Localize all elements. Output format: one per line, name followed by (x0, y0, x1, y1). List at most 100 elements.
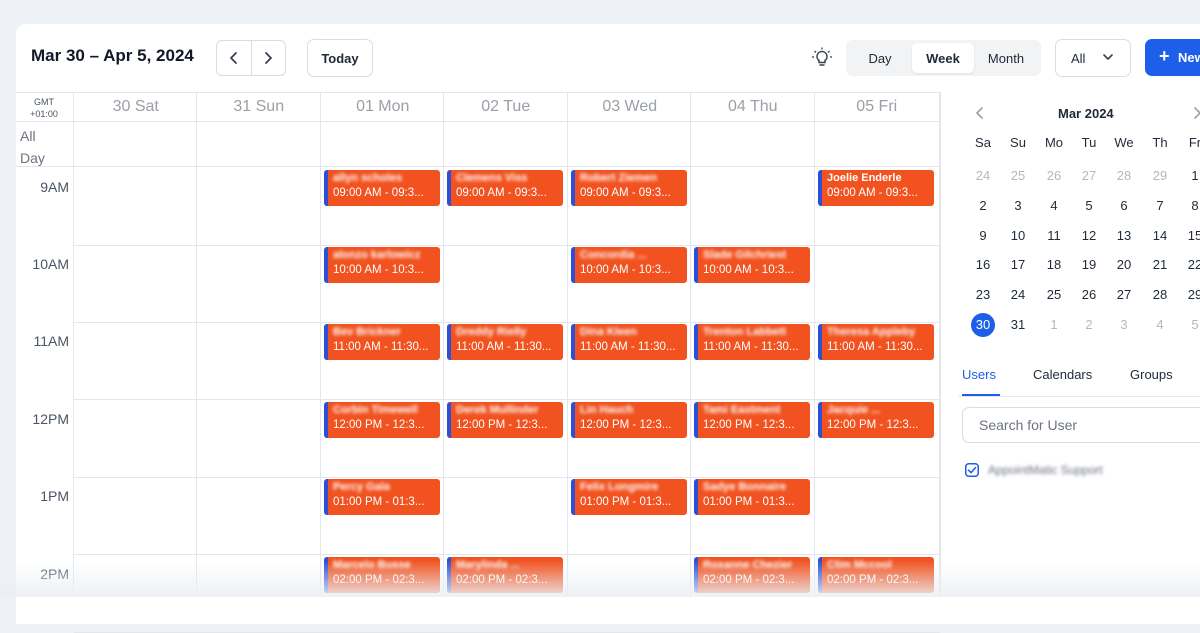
mini-calendar-day[interactable]: 23 (969, 283, 997, 307)
prev-week-button[interactable] (217, 41, 251, 75)
event-card[interactable]: Marylinda ... 02:00 PM - 02:3... (447, 557, 563, 593)
view-week-tab[interactable]: Week (912, 43, 974, 73)
mini-calendar-day[interactable]: 1 (1181, 164, 1200, 188)
event-card[interactable]: Jacquie ... 12:00 PM - 12:3... (818, 402, 934, 438)
day-header[interactable]: 02 Tue (444, 93, 568, 121)
grid-hline (74, 245, 940, 246)
mini-calendar-day[interactable]: 3 (1110, 313, 1138, 337)
mini-calendar-day[interactable]: 29 (1181, 283, 1200, 307)
grid-vline (320, 92, 321, 597)
mini-calendar-day[interactable]: 18 (1040, 253, 1068, 277)
prev-month-icon[interactable] (975, 106, 985, 120)
event-time: 11:00 AM - 11:30... (456, 341, 552, 353)
mini-calendar-day[interactable]: 29 (1146, 164, 1174, 188)
view-month-tab[interactable]: Month (975, 43, 1037, 73)
mini-calendar-day[interactable]: 5 (1181, 313, 1200, 337)
event-card[interactable]: Concordia ... 10:00 AM - 10:3... (571, 247, 687, 283)
checkbox-checked-icon[interactable] (965, 463, 979, 477)
event-card[interactable]: Roxanne Chezier 02:00 PM - 02:3... (694, 557, 810, 593)
mini-calendar-day[interactable]: 31 (1004, 313, 1032, 337)
event-card[interactable]: Sadye Bonnaire 01:00 PM - 01:3... (694, 479, 810, 515)
hour-label: 1PM (40, 488, 69, 504)
mini-calendar-day[interactable]: 12 (1075, 224, 1103, 248)
mini-calendar-day[interactable]: 10 (1004, 224, 1032, 248)
mini-calendar-day[interactable]: 28 (1110, 164, 1138, 188)
mini-calendar-day[interactable]: 22 (1181, 253, 1200, 277)
event-card[interactable]: Dina Kleen 11:00 AM - 11:30... (571, 324, 687, 360)
event-card[interactable]: Derek Mullinder 12:00 PM - 12:3... (447, 402, 563, 438)
mini-calendar-day[interactable]: 2 (1075, 313, 1103, 337)
mini-calendar-day[interactable]: 25 (1040, 283, 1068, 307)
mini-calendar-day[interactable]: 16 (969, 253, 997, 277)
day-header[interactable]: 01 Mon (321, 93, 445, 121)
mini-calendar-day[interactable]: 1 (1040, 313, 1068, 337)
day-header[interactable]: 04 Thu (691, 93, 815, 121)
mini-calendar-day[interactable]: 11 (1040, 224, 1068, 248)
event-name: Jacquie ... (827, 404, 881, 416)
mini-calendar-day[interactable]: 27 (1075, 164, 1103, 188)
event-name: Dreddy Rielly (456, 326, 527, 338)
lightbulb-icon[interactable] (811, 47, 833, 69)
mini-calendar-day[interactable]: 17 (1004, 253, 1032, 277)
day-header[interactable]: 05 Fri (815, 93, 939, 121)
mini-calendar-day[interactable]: 25 (1004, 164, 1032, 188)
today-button[interactable]: Today (307, 39, 373, 77)
event-card[interactable]: Clim Mccool 02:00 PM - 02:3... (818, 557, 934, 593)
event-card[interactable]: Joelie Enderle 09:00 AM - 09:3... (818, 170, 934, 206)
mini-calendar-day[interactable]: 26 (1075, 283, 1103, 307)
event-name: Felix Longmire (580, 481, 659, 493)
tab-users[interactable]: Users (962, 367, 996, 382)
view-day-tab[interactable]: Day (849, 43, 911, 73)
mini-calendar-day[interactable]: 26 (1040, 164, 1068, 188)
mini-calendar-day[interactable]: 5 (1075, 194, 1103, 218)
mini-calendar-day[interactable]: 4 (1040, 194, 1068, 218)
event-card[interactable]: Robert Ziemen 09:00 AM - 09:3... (571, 170, 687, 206)
event-card[interactable]: Lin Hauch 12:00 PM - 12:3... (571, 402, 687, 438)
filter-select[interactable]: All (1055, 39, 1131, 77)
new-event-button[interactable]: + New (1145, 39, 1200, 76)
event-card[interactable]: Trenton Labbett 11:00 AM - 11:30... (694, 324, 810, 360)
mini-calendar-day[interactable]: 27 (1110, 283, 1138, 307)
mini-calendar-day[interactable]: 21 (1146, 253, 1174, 277)
event-card[interactable]: Clemens Viss 09:00 AM - 09:3... (447, 170, 563, 206)
event-name: Clim Mccool (827, 559, 892, 571)
event-card[interactable]: alonzo karlowicz 10:00 AM - 10:3... (324, 247, 440, 283)
event-card[interactable]: Corbin Timewell 12:00 PM - 12:3... (324, 402, 440, 438)
plus-icon: + (1159, 46, 1170, 66)
mini-calendar-day[interactable]: 28 (1146, 283, 1174, 307)
tab-calendars[interactable]: Calendars (1033, 367, 1092, 382)
event-card[interactable]: allyn scholes 09:00 AM - 09:3... (324, 170, 440, 206)
mini-calendar-day[interactable]: 20 (1110, 253, 1138, 277)
event-card[interactable]: Marcelo Busse 02:00 PM - 02:3... (324, 557, 440, 593)
mini-calendar-day[interactable]: 14 (1146, 224, 1174, 248)
event-time: 09:00 AM - 09:3... (333, 187, 424, 199)
event-card[interactable]: Theresa Appleby 11:00 AM - 11:30... (818, 324, 934, 360)
mini-calendar-day[interactable]: 30 (971, 313, 995, 337)
next-week-button[interactable] (250, 41, 286, 75)
mini-calendar-day[interactable]: 24 (969, 164, 997, 188)
event-card[interactable]: Bev Brickner 11:00 AM - 11:30... (324, 324, 440, 360)
mini-calendar-day[interactable]: 15 (1181, 224, 1200, 248)
next-month-icon[interactable] (1192, 106, 1200, 120)
event-time: 02:00 PM - 02:3... (827, 574, 919, 586)
mini-calendar-day[interactable]: 7 (1146, 194, 1174, 218)
event-card[interactable]: Tami Eastment 12:00 PM - 12:3... (694, 402, 810, 438)
event-card[interactable]: Percy Gala 01:00 PM - 01:3... (324, 479, 440, 515)
mini-calendar-day[interactable]: 2 (969, 194, 997, 218)
mini-calendar-day[interactable]: 4 (1146, 313, 1174, 337)
mini-calendar-day[interactable]: 13 (1110, 224, 1138, 248)
day-header[interactable]: 30 Sat (74, 93, 198, 121)
mini-calendar-day[interactable]: 8 (1181, 194, 1200, 218)
day-header[interactable]: 03 Wed (568, 93, 692, 121)
tab-groups[interactable]: Groups (1130, 367, 1173, 382)
mini-calendar-day[interactable]: 6 (1110, 194, 1138, 218)
event-card[interactable]: Felix Longmire 01:00 PM - 01:3... (571, 479, 687, 515)
mini-calendar-day[interactable]: 3 (1004, 194, 1032, 218)
mini-calendar-day[interactable]: 9 (969, 224, 997, 248)
event-card[interactable]: Slade Gilchriest 10:00 AM - 10:3... (694, 247, 810, 283)
day-header[interactable]: 31 Sun (197, 93, 321, 121)
mini-calendar-day[interactable]: 19 (1075, 253, 1103, 277)
user-search-input[interactable] (962, 407, 1200, 443)
event-card[interactable]: Dreddy Rielly 11:00 AM - 11:30... (447, 324, 563, 360)
mini-calendar-day[interactable]: 24 (1004, 283, 1032, 307)
